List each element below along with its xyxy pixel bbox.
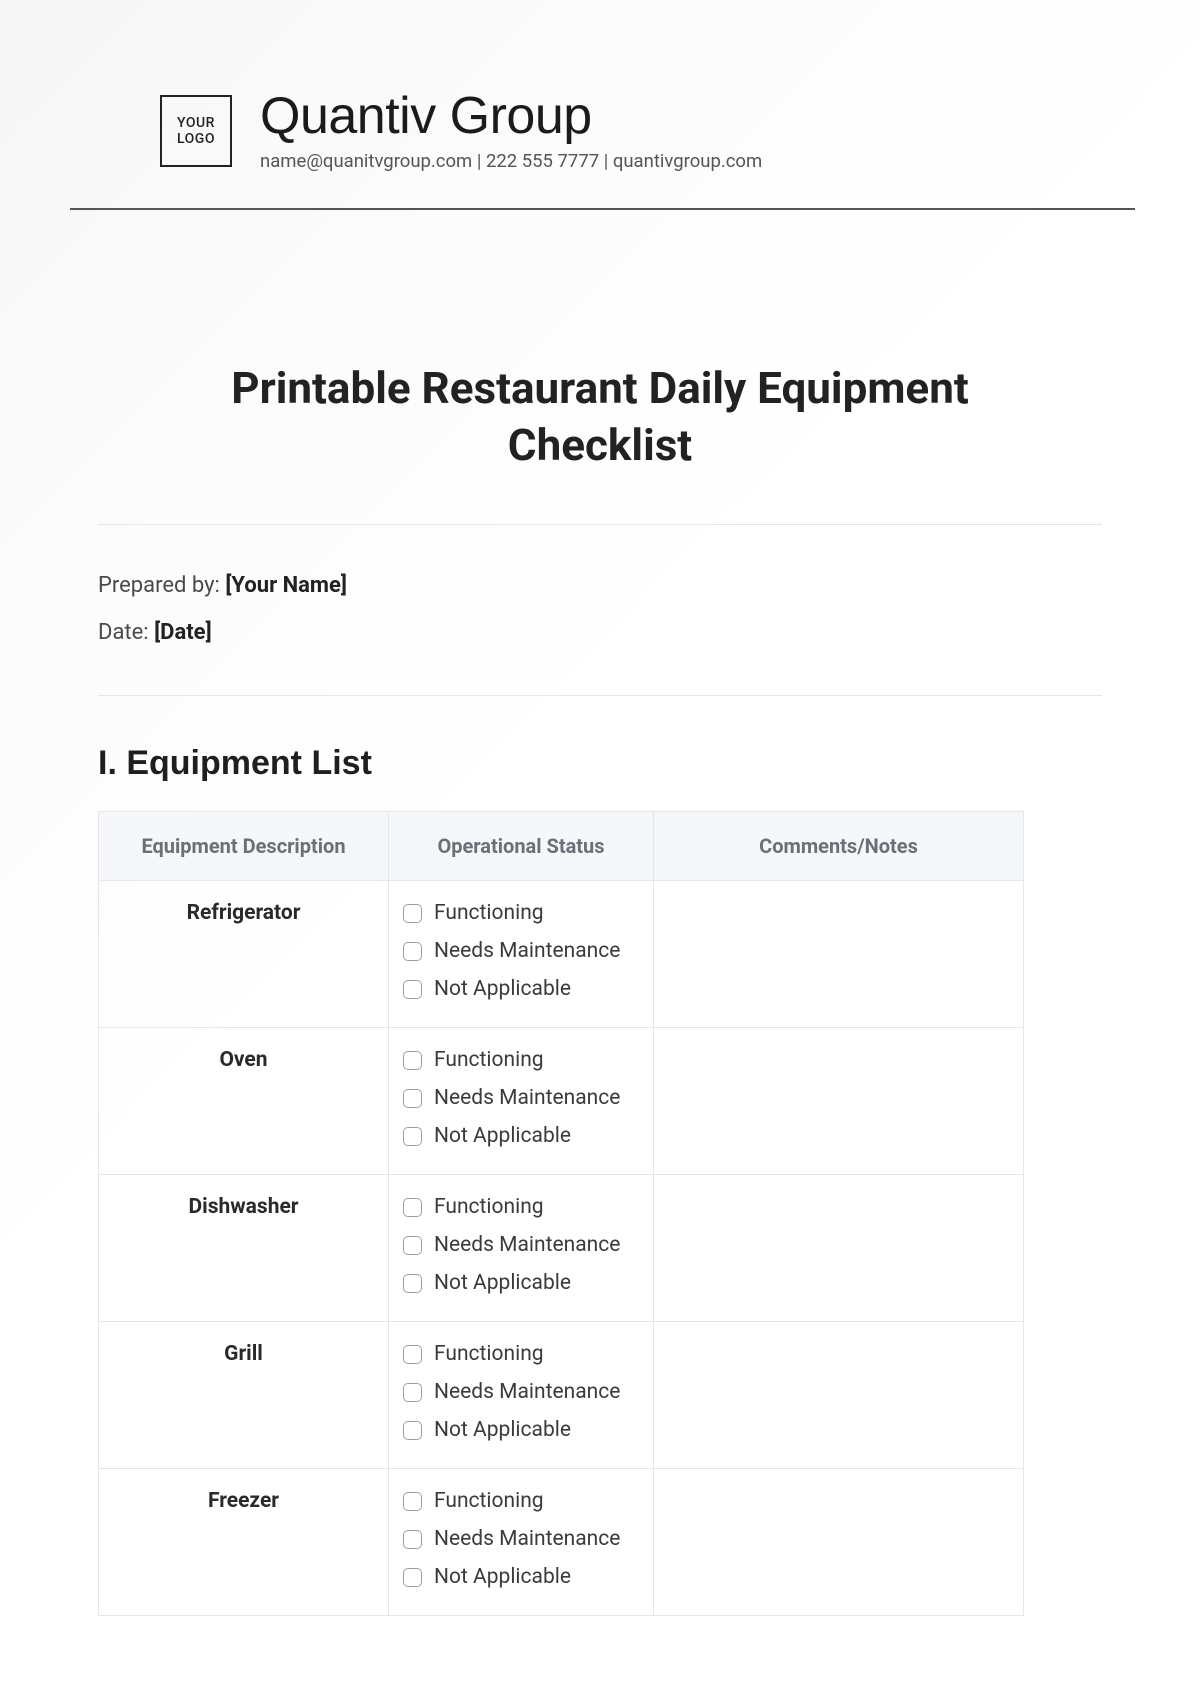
table-row: Dishwasher Functioning Needs Maintenance No… xyxy=(99,1175,1024,1322)
checkbox-icon[interactable] xyxy=(403,1051,422,1070)
prepared-by-label: Prepared by: xyxy=(98,573,220,598)
equipment-name: Oven xyxy=(99,1028,389,1175)
brand-contact-line: name@quanitvgroup.com | 222 555 7777 | q… xyxy=(260,150,762,172)
date-label: Date: xyxy=(98,620,149,645)
equipment-name: Grill xyxy=(99,1322,389,1469)
notes-cell[interactable] xyxy=(654,1175,1024,1322)
notes-cell[interactable] xyxy=(654,1028,1024,1175)
checkbox-icon[interactable] xyxy=(403,1383,422,1402)
status-option[interactable]: Needs Maintenance xyxy=(403,1086,639,1110)
equipment-name: Refrigerator xyxy=(99,881,389,1028)
status-option[interactable]: Functioning xyxy=(403,901,639,925)
table-row: Freezer Functioning Needs Maintenance Not A… xyxy=(99,1469,1024,1616)
status-option-label: Not Applicable xyxy=(434,977,571,1001)
status-option-label: Not Applicable xyxy=(434,1124,571,1148)
equipment-name: Dishwasher xyxy=(99,1175,389,1322)
table-row: Refrigerator Functioning Needs Maintenance… xyxy=(99,881,1024,1028)
col-header-description: Equipment Description xyxy=(99,812,389,881)
checkbox-icon[interactable] xyxy=(403,1568,422,1587)
status-option-label: Needs Maintenance xyxy=(434,1380,620,1404)
status-option[interactable]: Not Applicable xyxy=(403,1418,639,1442)
divider xyxy=(98,524,1102,525)
status-option[interactable]: Not Applicable xyxy=(403,977,639,1001)
status-cell: Functioning Needs Maintenance Not Applicab… xyxy=(389,1322,654,1469)
status-option-label: Needs Maintenance xyxy=(434,1527,620,1551)
logo-placeholder: YOURLOGO xyxy=(160,95,232,167)
document-body: Printable Restaurant Daily Equipment Che… xyxy=(70,360,1130,1616)
header-divider xyxy=(70,208,1135,210)
status-option[interactable]: Not Applicable xyxy=(403,1271,639,1295)
checkbox-icon[interactable] xyxy=(403,1421,422,1440)
checkbox-icon[interactable] xyxy=(403,904,422,923)
prepared-by-value: [Your Name] xyxy=(225,573,347,598)
notes-cell[interactable] xyxy=(654,1469,1024,1616)
status-option-label: Functioning xyxy=(434,1489,544,1513)
status-cell: Functioning Needs Maintenance Not Applicab… xyxy=(389,1469,654,1616)
equipment-table: Equipment Description Operational Status… xyxy=(98,811,1024,1616)
status-option-label: Functioning xyxy=(434,1195,544,1219)
status-option-label: Not Applicable xyxy=(434,1565,571,1589)
checkbox-icon[interactable] xyxy=(403,980,422,999)
status-cell: Functioning Needs Maintenance Not Applicab… xyxy=(389,1175,654,1322)
brand-name: Quantiv Group xyxy=(260,90,762,142)
table-row: Grill Functioning Needs Maintenance Not App… xyxy=(99,1322,1024,1469)
status-option[interactable]: Functioning xyxy=(403,1489,639,1513)
notes-cell[interactable] xyxy=(654,1322,1024,1469)
document-title: Printable Restaurant Daily Equipment Che… xyxy=(160,360,1040,474)
section-heading-equipment-list: I. Equipment List xyxy=(98,744,1102,783)
status-option[interactable]: Functioning xyxy=(403,1048,639,1072)
checkbox-icon[interactable] xyxy=(403,1198,422,1217)
divider-wrap xyxy=(70,172,1130,210)
notes-cell[interactable] xyxy=(654,881,1024,1028)
letterhead: YOURLOGO Quantiv Group name@quanitvgroup… xyxy=(70,0,1130,172)
prepared-by-line: Prepared by: [Your Name] xyxy=(98,573,1102,598)
brand-website: quantivgroup.com xyxy=(613,150,762,172)
status-option-label: Needs Maintenance xyxy=(434,1086,620,1110)
document-page: YOURLOGO Quantiv Group name@quanitvgroup… xyxy=(0,0,1200,1616)
status-cell: Functioning Needs Maintenance Not Applicab… xyxy=(389,1028,654,1175)
status-option[interactable]: Not Applicable xyxy=(403,1124,639,1148)
brand-email: name@quanitvgroup.com xyxy=(260,150,472,172)
status-option[interactable]: Needs Maintenance xyxy=(403,1527,639,1551)
status-option-label: Functioning xyxy=(434,901,544,925)
status-option-label: Needs Maintenance xyxy=(434,1233,620,1257)
status-option[interactable]: Not Applicable xyxy=(403,1565,639,1589)
checkbox-icon[interactable] xyxy=(403,1345,422,1364)
status-option[interactable]: Needs Maintenance xyxy=(403,1233,639,1257)
brand-phone: 222 555 7777 xyxy=(486,150,599,172)
status-option-label: Not Applicable xyxy=(434,1418,571,1442)
checkbox-icon[interactable] xyxy=(403,1274,422,1293)
table-row: Oven Functioning Needs Maintenance Not Appl… xyxy=(99,1028,1024,1175)
equipment-name: Freezer xyxy=(99,1469,389,1616)
date-value: [Date] xyxy=(154,620,212,645)
status-option-label: Functioning xyxy=(434,1048,544,1072)
logo-placeholder-text: YOURLOGO xyxy=(177,115,215,147)
col-header-notes: Comments/Notes xyxy=(654,812,1024,881)
status-option[interactable]: Needs Maintenance xyxy=(403,1380,639,1404)
status-option[interactable]: Functioning xyxy=(403,1195,639,1219)
status-option-label: Needs Maintenance xyxy=(434,939,620,963)
brand-block: Quantiv Group name@quanitvgroup.com | 22… xyxy=(260,90,762,172)
checkbox-icon[interactable] xyxy=(403,1530,422,1549)
checkbox-icon[interactable] xyxy=(403,1127,422,1146)
status-option-label: Not Applicable xyxy=(434,1271,571,1295)
checkbox-icon[interactable] xyxy=(403,1236,422,1255)
status-cell: Functioning Needs Maintenance Not Applicab… xyxy=(389,881,654,1028)
table-header-row: Equipment Description Operational Status… xyxy=(99,812,1024,881)
status-option[interactable]: Functioning xyxy=(403,1342,639,1366)
col-header-status: Operational Status xyxy=(389,812,654,881)
date-line: Date: [Date] xyxy=(98,620,1102,645)
status-option[interactable]: Needs Maintenance xyxy=(403,939,639,963)
divider xyxy=(98,695,1102,696)
status-option-label: Functioning xyxy=(434,1342,544,1366)
checkbox-icon[interactable] xyxy=(403,1492,422,1511)
checkbox-icon[interactable] xyxy=(403,942,422,961)
checkbox-icon[interactable] xyxy=(403,1089,422,1108)
